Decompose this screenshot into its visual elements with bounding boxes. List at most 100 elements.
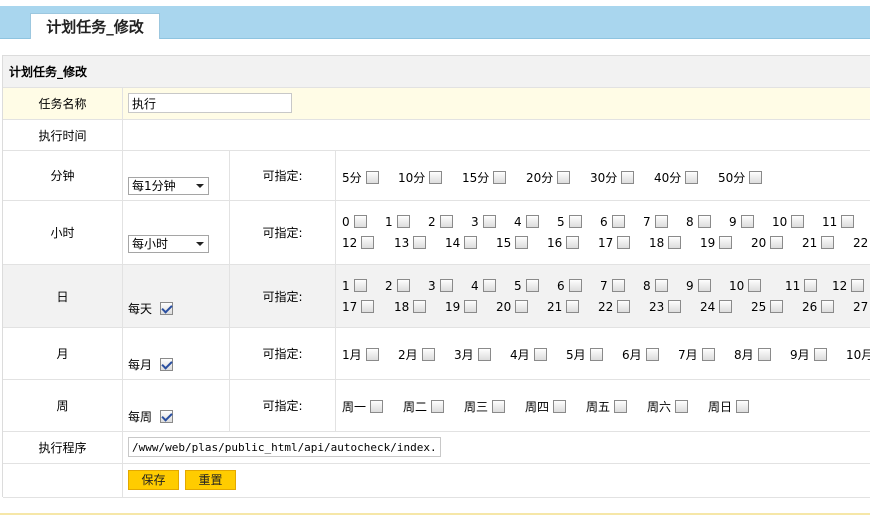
hour-checkbox[interactable] [361,236,375,249]
every-week-checkbox-group: 每周 [128,408,174,425]
hour-option: 3 [471,215,496,229]
every-week-checkbox[interactable] [160,410,174,423]
hour-checkbox[interactable] [770,236,784,249]
minute-checkbox[interactable] [429,171,443,184]
hour-checkbox[interactable] [697,215,711,228]
hour-checkbox[interactable] [439,215,453,228]
day-checkbox[interactable] [668,300,682,313]
row-exec-time: 执行时间 [3,120,870,151]
hour-checkbox[interactable] [821,236,835,249]
day-checkbox[interactable] [568,279,582,292]
minute-spec-label: 可指定: [230,151,336,200]
hour-checkbox[interactable] [413,236,427,249]
day-checkbox[interactable] [697,279,711,292]
week-checkbox[interactable] [370,400,384,413]
minute-checkbox[interactable] [685,171,699,184]
month-checkbox[interactable] [365,348,379,361]
month-option: 6月 [622,346,659,363]
day-checkbox[interactable] [748,279,762,292]
hour-checkbox[interactable] [791,215,805,228]
reset-button[interactable]: 重置 [185,470,236,490]
day-checkbox[interactable] [770,300,784,313]
day-checkbox[interactable] [821,300,835,313]
every-month-checkbox[interactable] [160,358,174,371]
day-checkbox[interactable] [851,279,865,292]
month-checkbox[interactable] [477,348,491,361]
day-option: 9 [686,279,711,293]
month-checkbox[interactable] [757,348,771,361]
day-checkbox[interactable] [396,279,410,292]
week-checkbox[interactable] [431,400,445,413]
day-checkbox[interactable] [464,300,478,313]
hour-checkbox[interactable] [611,215,625,228]
hour-checkbox[interactable] [482,215,496,228]
day-option: 20 [496,300,529,314]
hour-checkbox[interactable] [568,215,582,228]
day-checkbox[interactable] [654,279,668,292]
day-checkbox[interactable] [719,300,733,313]
day-option: 5 [514,279,539,293]
hour-checkbox[interactable] [719,236,733,249]
day-checkbox[interactable] [439,279,453,292]
day-checkbox[interactable] [515,300,529,313]
tab-schedule-edit[interactable]: 计划任务_修改 [30,13,160,40]
month-option: 5月 [566,346,603,363]
day-checkbox[interactable] [804,279,818,292]
hour-checkbox[interactable] [617,236,631,249]
day-option: 25 [751,300,784,314]
hour-checkbox[interactable] [353,215,367,228]
minute-checkbox[interactable] [493,171,507,184]
hour-checkbox[interactable] [525,215,539,228]
day-checkbox[interactable] [525,279,539,292]
program-path-input[interactable] [128,437,441,457]
day-option: 17 [342,300,375,314]
day-checkbox[interactable] [617,300,631,313]
day-label: 日 [3,265,123,327]
minute-select[interactable]: 每1分钟 [128,177,209,195]
minute-checkbox[interactable] [557,171,571,184]
week-checkbox[interactable] [553,400,567,413]
hour-checkbox[interactable] [566,236,580,249]
week-checkbox[interactable] [614,400,628,413]
minute-checkbox[interactable] [621,171,635,184]
hour-checkbox[interactable] [841,215,855,228]
minute-checkbox[interactable] [749,171,763,184]
hour-checkbox[interactable] [396,215,410,228]
every-day-checkbox[interactable] [160,302,174,315]
month-checkbox[interactable] [533,348,547,361]
hour-option: 7 [643,215,668,229]
save-button[interactable]: 保存 [128,470,179,490]
hour-checkbox[interactable] [515,236,529,249]
day-checkbox[interactable] [566,300,580,313]
hour-checkbox[interactable] [668,236,682,249]
day-checkbox[interactable] [482,279,496,292]
day-option: 27 [853,300,869,314]
week-checkbox[interactable] [492,400,506,413]
day-checkbox[interactable] [413,300,427,313]
day-checkbox[interactable] [611,279,625,292]
week-option: 周五 [586,398,628,415]
row-week: 周 每周 可指定: 周一 周二 周三 周四 周五 周六 周日 [3,380,870,432]
hour-select[interactable]: 每小时 [128,235,209,253]
hour-checkbox[interactable] [740,215,754,228]
day-option: 7 [600,279,625,293]
hour-spec-label: 可指定: [230,201,336,264]
day-checkbox[interactable] [361,300,375,313]
month-checkbox[interactable] [589,348,603,361]
minute-checkbox[interactable] [365,171,379,184]
week-checkbox[interactable] [675,400,689,413]
chevron-down-icon [196,242,204,246]
month-options: 1月 2月 3月 4月 5月 6月 7月 8月 9月 10月 [336,328,870,379]
hour-checkbox[interactable] [654,215,668,228]
week-checkbox[interactable] [736,400,750,413]
month-checkbox[interactable] [645,348,659,361]
month-checkbox[interactable] [813,348,827,361]
week-option: 周六 [647,398,689,415]
month-option: 2月 [398,346,435,363]
month-checkbox[interactable] [701,348,715,361]
hour-option: 22 [853,236,869,250]
day-checkbox[interactable] [353,279,367,292]
task-name-input[interactable] [128,93,292,113]
month-checkbox[interactable] [421,348,435,361]
hour-checkbox[interactable] [464,236,478,249]
